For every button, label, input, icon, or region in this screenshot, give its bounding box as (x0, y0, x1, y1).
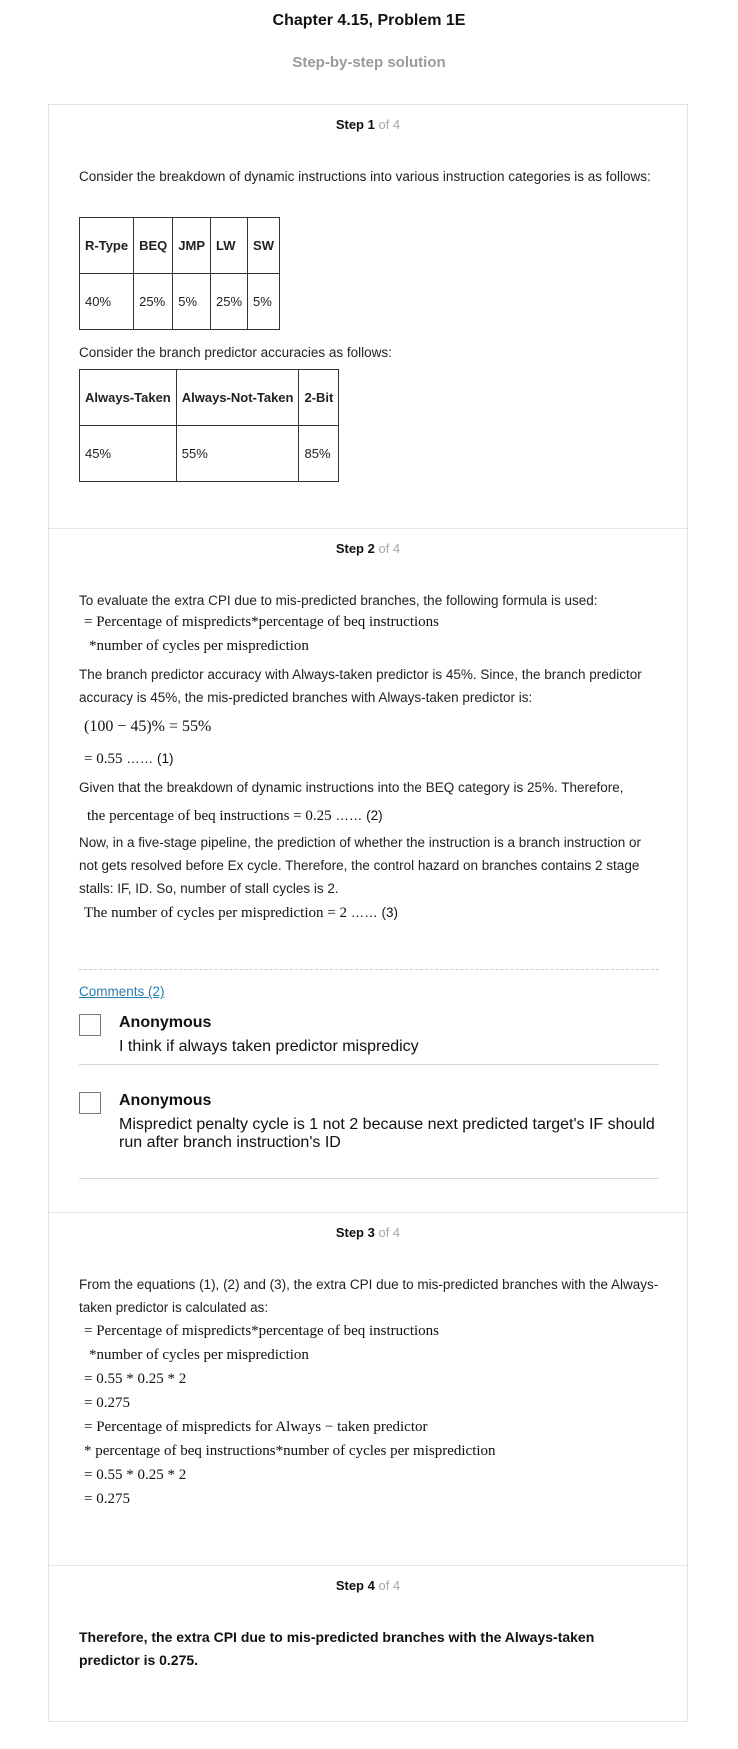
step-3: Step 3 of 4 From the equations (1), (2) … (49, 1213, 687, 1566)
comment-text: I think if always taken predictor mispre… (119, 1038, 419, 1055)
formula-line: the percentage of beq instructions = 0.2… (79, 804, 659, 828)
equation-tag: …… (2) (335, 808, 383, 823)
step-2-text-2: The branch predictor accuracy with Alway… (79, 667, 642, 705)
formula-line: * percentage of beq instructions*number … (84, 1443, 496, 1459)
table-header: JMP (172, 217, 212, 274)
table-header: R-Type (78, 217, 135, 274)
comment-item: Anonymous I think if always taken predic… (79, 1004, 659, 1065)
step-2-of: of 4 (378, 541, 401, 556)
comment-author: Anonymous (119, 1092, 212, 1109)
step-2-label: Step 2 (335, 541, 375, 556)
table-header: 2-Bit (298, 369, 340, 426)
step-1: Step 1 of 4 Consider the breakdown of dy… (49, 105, 687, 529)
step-2-text-4: Now, in a five-stage pipeline, the predi… (79, 835, 642, 896)
formula-line: *number of cycles per misprediction (89, 638, 309, 654)
step-2-header: Step 2 of 4 (49, 541, 687, 556)
solution-card: Step 1 of 4 Consider the breakdown of dy… (48, 104, 688, 1722)
step-3-text-1: From the equations (1), (2) and (3), the… (79, 1277, 659, 1315)
table-cell: 5% (247, 273, 280, 330)
table-cell: 40% (78, 273, 135, 330)
table-cell: 45% (79, 425, 177, 482)
formula-line: = 0.55 * 0.25 * 2 (84, 1467, 187, 1483)
comment-text: Mispredict penalty cycle is 1 not 2 beca… (119, 1116, 655, 1151)
table-header: Always-Taken (79, 369, 177, 426)
formula-line: = 0.55 …… (1) (79, 747, 659, 771)
formula-text: The number of cycles per misprediction =… (84, 905, 347, 921)
formula-line: (100 − 45)% = 55% (84, 718, 212, 735)
avatar (79, 1014, 101, 1036)
table-cell: 85% (298, 425, 340, 482)
equation-tag: …… (3) (350, 905, 398, 920)
table-cell: 5% (172, 273, 212, 330)
page-subtitle: Step-by-step solution (292, 54, 446, 71)
comment-item: Anonymous Mispredict penalty cycle is 1 … (79, 1082, 659, 1179)
step-4: Step 4 of 4 Therefore, the extra CPI due… (49, 1566, 687, 1721)
comments-divider (79, 969, 659, 970)
formula-line: = 0.275 (84, 1491, 130, 1507)
step-1-header: Step 1 of 4 (49, 117, 687, 132)
table-cell: 25% (210, 273, 249, 330)
step-2: Step 2 of 4 To evaluate the extra CPI du… (49, 529, 687, 1213)
step-2-text-3: Given that the breakdown of dynamic inst… (79, 780, 624, 795)
step-1-of: of 4 (378, 117, 401, 132)
formula-line: = Percentage of mispredicts for Always −… (84, 1419, 428, 1435)
table-header: SW (247, 217, 280, 274)
comments-link[interactable]: Comments (2) (79, 984, 165, 999)
formula-line: The number of cycles per misprediction =… (79, 901, 659, 925)
formula-text: the percentage of beq instructions = 0.2… (87, 808, 332, 824)
step-1-intro-2: Consider the branch predictor accuracies… (79, 345, 392, 360)
table-header: LW (210, 217, 249, 274)
step-4-label: Step 4 (335, 1578, 375, 1593)
formula-line: = Percentage of mispredicts*percentage o… (84, 614, 440, 630)
step-4-header: Step 4 of 4 (49, 1578, 687, 1593)
step-1-label: Step 1 (335, 117, 375, 132)
step-1-intro: Consider the breakdown of dynamic instru… (79, 169, 651, 184)
formula-text: = 0.55 (84, 751, 123, 767)
step-2-text-1: To evaluate the extra CPI due to mis-pre… (79, 593, 598, 608)
avatar (79, 1092, 101, 1114)
formula-line: = Percentage of mispredicts*percentage o… (84, 1323, 440, 1339)
comment-author: Anonymous (119, 1014, 212, 1031)
table-header: Always-Not-Taken (175, 369, 300, 426)
formula-line: *number of cycles per misprediction (89, 1347, 309, 1363)
step-4-conclusion: Therefore, the extra CPI due to mis-pred… (79, 1629, 595, 1668)
page-title: Chapter 4.15, Problem 1E (272, 12, 466, 29)
formula-line: = 0.55 * 0.25 * 2 (84, 1371, 187, 1387)
step-3-header: Step 3 of 4 (49, 1225, 687, 1240)
table-header: BEQ (133, 217, 174, 274)
step-3-of: of 4 (378, 1225, 401, 1240)
step-4-of: of 4 (378, 1578, 401, 1593)
table-cell: 55% (175, 425, 300, 482)
equation-tag: …… (1) (126, 751, 174, 766)
formula-line: = 0.275 (84, 1395, 130, 1411)
step-3-label: Step 3 (335, 1225, 375, 1240)
instruction-breakdown-table: R-Type BEQ JMP LW SW 40% 25% 5% 25% 5% (78, 217, 280, 330)
table-cell: 25% (133, 273, 174, 330)
branch-predictor-table: Always-Taken Always-Not-Taken 2-Bit 45% … (79, 369, 340, 482)
